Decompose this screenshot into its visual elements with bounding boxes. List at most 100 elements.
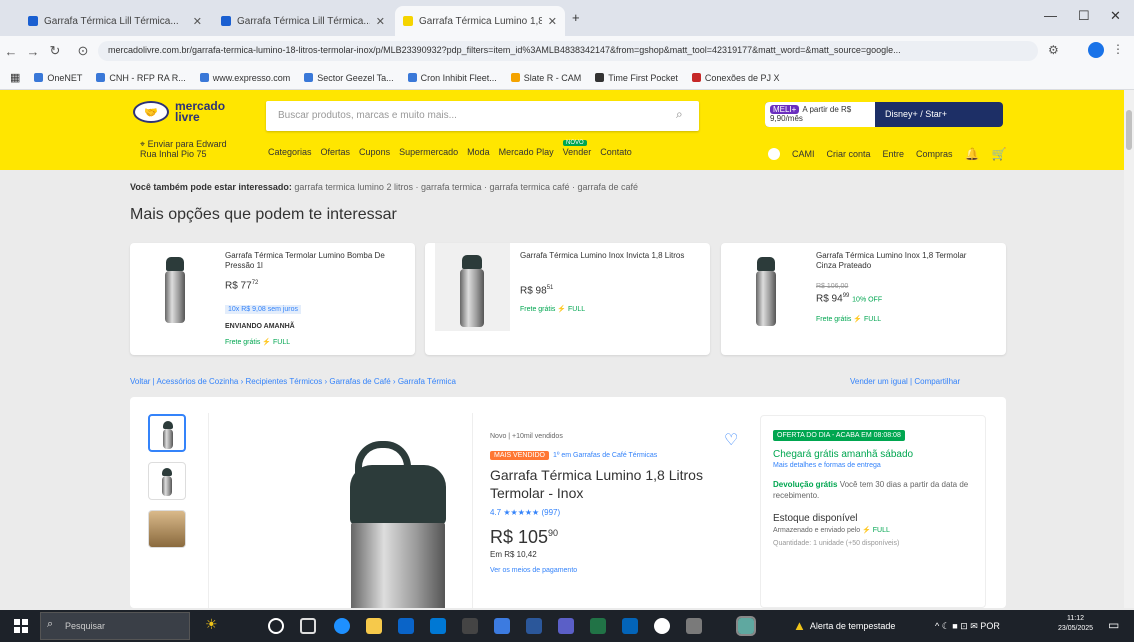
new-badge: NOVO <box>563 140 587 146</box>
app-icon[interactable] <box>494 618 510 634</box>
bell-icon[interactable]: 🔔 <box>965 147 980 161</box>
gallery-thumbnail[interactable] <box>148 462 186 500</box>
delivery-location[interactable]: ⌖ Enviar para Edward Rua Inhal Pio 75 <box>140 139 227 159</box>
close-window-icon[interactable]: ✕ <box>1110 8 1121 24</box>
weather-alert[interactable]: ▲ Alerta de tempestade <box>793 618 895 633</box>
main-product-image[interactable] <box>208 413 473 608</box>
shipping-details-link[interactable]: Mais detalhes e formas de entrega <box>773 462 973 469</box>
scrollbar[interactable] <box>1124 90 1134 608</box>
windows-start-icon[interactable] <box>14 619 28 633</box>
store-icon[interactable] <box>398 618 414 634</box>
url-field[interactable]: mercadolivre.com.br/garrafa-termica-lumi… <box>98 41 1038 61</box>
scrollbar-thumb[interactable] <box>1126 110 1132 150</box>
related-links[interactable]: garrafa termica lumino 2 litros · garraf… <box>294 182 638 192</box>
profile-avatar[interactable] <box>1088 42 1104 58</box>
site-info-icon[interactable]: ⊙ <box>72 43 94 59</box>
forward-icon[interactable]: → <box>22 44 44 59</box>
apps-icon[interactable]: ▦ <box>10 71 20 84</box>
product-image <box>751 251 781 331</box>
bestseller-rank[interactable]: 1º em Garrafas de Café Térmicas <box>553 452 657 459</box>
close-tab-icon[interactable]: ✕ <box>376 15 385 28</box>
bookmark[interactable]: Cron Inhibit Fleet... <box>407 73 497 83</box>
app-icon[interactable] <box>462 618 478 634</box>
maximize-icon[interactable]: ☐ <box>1078 8 1090 24</box>
location-icon-label: ⌖ Enviar para Edward <box>140 139 227 149</box>
new-tab-button[interactable]: + <box>572 10 580 25</box>
nav-mercado-play[interactable]: Mercado Play <box>499 147 554 157</box>
bookmark[interactable]: www.expresso.com <box>199 73 290 83</box>
system-tray[interactable]: ^ ☾ ■ ⊡ ✉ POR <box>935 621 1000 632</box>
gallery-thumbnail[interactable] <box>148 510 186 548</box>
word-icon[interactable] <box>526 618 542 634</box>
close-tab-icon[interactable]: ✕ <box>548 15 557 28</box>
quantity-selector[interactable]: Quantidade: 1 unidade (+50 disponíveis) <box>773 540 973 547</box>
browser-tab-active[interactable]: Garrafa Térmica Lumino 1,8 Li...✕ <box>395 6 565 36</box>
mail-icon[interactable] <box>430 618 446 634</box>
nav-cupons[interactable]: Cupons <box>359 147 390 157</box>
bookmark[interactable]: OneNET <box>34 73 82 83</box>
teams-icon[interactable] <box>558 618 574 634</box>
product-rating[interactable]: 4.7 ★★★★★ (997) <box>490 508 750 517</box>
menu-icon[interactable]: ⋮ <box>1112 42 1124 56</box>
option-tag: ENVIANDO AMANHÃ <box>225 323 295 330</box>
search-icon[interactable]: ⌕ <box>676 107 683 122</box>
option-card[interactable]: Garrafa Térmica Lumino Inox Invicta 1,8 … <box>425 243 710 355</box>
reload-icon[interactable]: ↻ <box>44 43 66 59</box>
extension-icon[interactable]: ⚙ <box>1048 43 1059 57</box>
nav-vender[interactable]: Vender <box>563 147 592 157</box>
edge-icon[interactable] <box>334 618 350 634</box>
photos-icon[interactable] <box>736 616 756 636</box>
chrome-icon[interactable] <box>654 618 670 634</box>
bookmark-icon <box>510 73 520 82</box>
bookmark[interactable]: Slate R - CAM <box>510 73 581 83</box>
back-icon[interactable]: ← <box>0 44 22 59</box>
returns-info: Devolução grátis Você tem 30 dias a part… <box>773 480 969 500</box>
close-tab-icon[interactable]: ✕ <box>193 15 202 28</box>
promo-banner[interactable]: MELI+ A partir de R$ 9,90/mês Disney+ / S… <box>765 102 1003 127</box>
favicon-icon <box>221 16 231 26</box>
nav-moda[interactable]: Moda <box>467 147 490 157</box>
task-view-icon[interactable] <box>300 618 316 634</box>
file-explorer-icon[interactable] <box>366 618 382 634</box>
buy-box: OFERTA DO DIA - ACABA EM 08:08:08 Chegar… <box>760 415 986 608</box>
bookmark[interactable]: CNH - RFP RA R... <box>96 73 186 83</box>
option-title: Garrafa Térmica Lumino Inox 1,8 Termolar… <box>816 251 967 270</box>
user-avatar[interactable] <box>768 148 780 160</box>
bookmark[interactable]: Conexões de PJ X <box>691 73 779 83</box>
search-input[interactable]: Buscar produtos, marcas e muito mais... <box>266 101 699 131</box>
nav-criar-conta[interactable]: Criar conta <box>827 149 871 159</box>
outlook-icon[interactable] <box>622 618 638 634</box>
bookmark[interactable]: Time First Pocket <box>595 73 678 83</box>
nav-ofertas[interactable]: Ofertas <box>321 147 351 157</box>
share-links[interactable]: Vender um igual | Compartilhar <box>850 377 960 386</box>
clock[interactable]: 11:12 23/05/2025 <box>1058 614 1093 634</box>
app-icon[interactable] <box>686 618 702 634</box>
bookmark-icon <box>34 73 44 82</box>
option-card[interactable]: Garrafa Térmica Termolar Lumino Bomba De… <box>130 243 415 355</box>
minimize-icon[interactable]: — <box>1044 8 1057 23</box>
gallery-thumbnail[interactable] <box>148 414 186 452</box>
excel-icon[interactable] <box>590 618 606 634</box>
bestseller-badge: MAIS VENDIDO <box>490 451 549 460</box>
cortana-icon[interactable] <box>268 618 284 634</box>
breadcrumb[interactable]: Voltar | Acessórios de Cozinha › Recipie… <box>130 377 456 386</box>
bookmark[interactable]: Sector Geezel Ta... <box>304 73 394 83</box>
cart-icon[interactable]: 🛒 <box>992 147 1007 161</box>
browser-tab[interactable]: Garrafa Térmica Lill Térmica... ✕ <box>20 6 210 36</box>
taskbar-search[interactable]: Pesquisar <box>40 612 190 640</box>
weather-icon[interactable]: ☀ <box>205 616 218 633</box>
bookmark-icon <box>407 73 417 82</box>
browser-tab[interactable]: Garrafa Térmica Lill Térmica... ✕ <box>213 6 393 36</box>
nav-entre[interactable]: Entre <box>883 149 905 159</box>
nav-supermercado[interactable]: Supermercado <box>399 147 458 157</box>
nav-categorias[interactable]: Categorias <box>268 147 312 157</box>
option-card[interactable]: Garrafa Térmica Lumino Inox 1,8 Termolar… <box>721 243 1006 355</box>
nav-compras[interactable]: Compras <box>916 149 953 159</box>
stock-fulfillment: Armazenado e enviado pelo ⚡ FULL <box>773 527 890 534</box>
site-logo[interactable]: 🤝 mercado livre <box>133 100 225 123</box>
notification-icon[interactable]: ▭ <box>1108 618 1119 632</box>
main-nav: Categorias Ofertas Cupons Supermercado M… <box>268 147 632 157</box>
user-name[interactable]: CAMI <box>792 149 815 159</box>
payment-methods-link[interactable]: Ver os meios de pagamento <box>490 567 750 574</box>
nav-contato[interactable]: Contato <box>600 147 632 157</box>
